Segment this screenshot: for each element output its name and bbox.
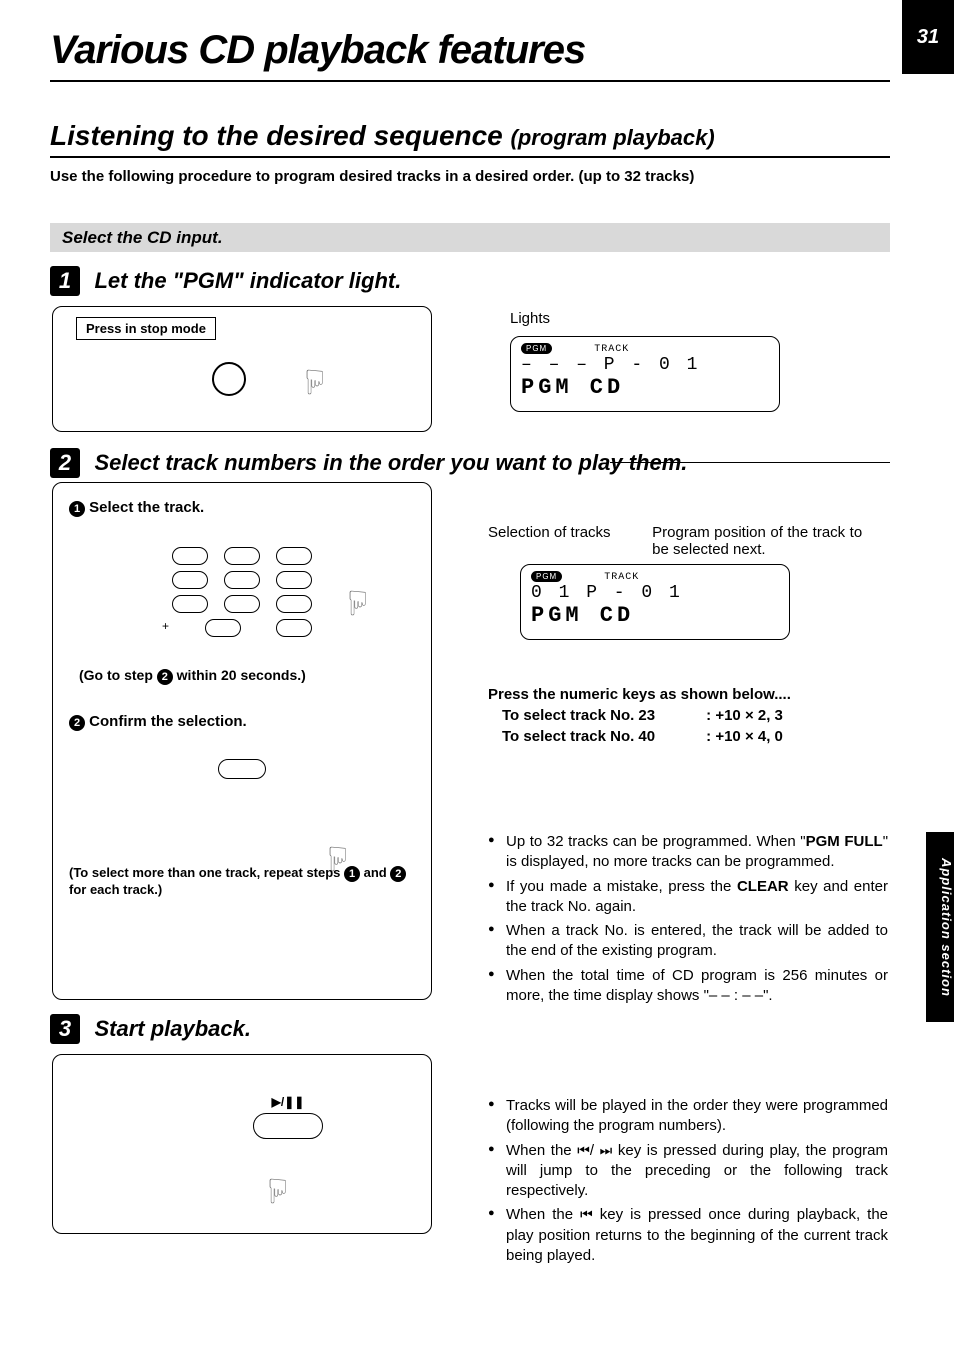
title-underline bbox=[50, 80, 890, 82]
hand-press-icon: ☞ bbox=[295, 367, 335, 397]
selection-label: Selection of tracks bbox=[488, 524, 648, 541]
numeric-row1-label: To select track No. 23 bbox=[502, 707, 702, 724]
bullet-item: When the ⏮ key is pressed once during pl… bbox=[488, 1205, 888, 1266]
step1-heading: 1 Let the "PGM" indicator light. bbox=[50, 266, 401, 296]
bullet-item: Tracks will be played in the order they … bbox=[488, 1096, 888, 1137]
page-title: Various CD playback features bbox=[50, 28, 585, 73]
confirm-button-icon bbox=[218, 759, 266, 779]
circled-2-icon: 2 bbox=[390, 866, 406, 882]
step2-line bbox=[610, 462, 890, 463]
step2-illustration-box: 1 Select the track. + ☞ (Go to step 2 wi… bbox=[52, 482, 432, 1000]
substep1-text: Select the track. bbox=[89, 499, 204, 516]
display1-line2: PGM CD bbox=[521, 375, 769, 400]
side-section-tab: Application section bbox=[926, 832, 954, 1022]
skip-forward-icon: ⏭ bbox=[600, 1142, 613, 1158]
lights-label: Lights bbox=[510, 310, 550, 327]
display1-line1: – – – P - 0 1 bbox=[521, 355, 769, 375]
select-cd-input-bar: Select the CD input. bbox=[50, 223, 890, 252]
bullet-item: Up to 32 tracks can be programmed. When … bbox=[488, 832, 888, 873]
bullet-item: When a track No. is entered, the track w… bbox=[488, 921, 888, 962]
pgm-badge-icon: PGM bbox=[521, 343, 552, 354]
substep2-label: 2 Confirm the selection. bbox=[69, 713, 415, 731]
substep2-text: Confirm the selection. bbox=[89, 713, 247, 730]
step-number-2: 2 bbox=[50, 448, 80, 478]
step2-title: Select track numbers in the order you wa… bbox=[94, 450, 687, 475]
pgm-button-icon bbox=[212, 362, 246, 396]
hand-press-icon: ☞ bbox=[338, 588, 378, 618]
goto-step-note: (Go to step 2 within 20 seconds.) bbox=[79, 667, 415, 685]
section-underline bbox=[50, 156, 890, 158]
hand-press-icon: ☞ bbox=[258, 1176, 298, 1206]
play-button-icon bbox=[253, 1113, 323, 1139]
step3-heading: 3 Start playback. bbox=[50, 1014, 251, 1044]
position-label: Program position of the track to be sele… bbox=[652, 524, 862, 558]
numeric-keypad-icon: + bbox=[172, 547, 312, 637]
step3-bullets: Tracks will be played in the order they … bbox=[488, 1096, 888, 1270]
bullet-item: When the ⏮/ ⏭ key is pressed during play… bbox=[488, 1141, 888, 1202]
section-title: Listening to the desired sequence (progr… bbox=[50, 120, 715, 152]
step-number-1: 1 bbox=[50, 266, 80, 296]
substep1-label: 1 Select the track. bbox=[69, 499, 415, 517]
numeric-row1-value: : +10 × 2, 3 bbox=[706, 707, 783, 724]
intro-text: Use the following procedure to program d… bbox=[50, 168, 694, 185]
track-label: TRACK bbox=[604, 572, 639, 583]
play-button-group: ▶/❚❚ bbox=[253, 1095, 323, 1139]
circled-1-icon: 1 bbox=[69, 501, 85, 517]
press-stop-mode-label: Press in stop mode bbox=[76, 317, 216, 340]
numeric-header: Press the numeric keys as shown below...… bbox=[488, 686, 888, 703]
display2-line1: 0 1 P - 0 1 bbox=[531, 583, 779, 603]
step2-bullets: Up to 32 tracks can be programmed. When … bbox=[488, 832, 888, 1010]
numeric-key-instructions: Press the numeric keys as shown below...… bbox=[488, 686, 888, 745]
skip-back-icon: ⏮ bbox=[580, 1206, 593, 1222]
step-number-3: 3 bbox=[50, 1014, 80, 1044]
circled-2-icon: 2 bbox=[69, 715, 85, 731]
step3-title: Start playback. bbox=[94, 1016, 251, 1041]
numeric-row2-value: : +10 × 4, 0 bbox=[706, 728, 783, 745]
page-number-tab: 31 bbox=[902, 0, 954, 74]
bullet-item: If you made a mistake, press the CLEAR k… bbox=[488, 877, 888, 918]
step2-right-labels: Selection of tracks Program position of … bbox=[488, 524, 888, 558]
section-title-paren: (program playback) bbox=[511, 125, 715, 150]
display-panel-2: PGM TRACK 0 1 P - 0 1 PGM CD bbox=[520, 564, 790, 640]
step2-heading: 2 Select track numbers in the order you … bbox=[50, 448, 890, 478]
step1-title: Let the "PGM" indicator light. bbox=[94, 268, 401, 293]
circled-2-icon: 2 bbox=[157, 669, 173, 685]
display-panel-1: PGM TRACK – – – P - 0 1 PGM CD bbox=[510, 336, 780, 412]
step3-illustration-box: ▶/❚❚ ☞ bbox=[52, 1054, 432, 1234]
play-pause-label: ▶/❚❚ bbox=[253, 1095, 323, 1109]
skip-back-icon: ⏮ bbox=[577, 1142, 590, 1158]
track-label: TRACK bbox=[594, 344, 629, 355]
numeric-row2-label: To select track No. 40 bbox=[502, 728, 702, 745]
pgm-badge-icon: PGM bbox=[531, 571, 562, 582]
repeat-note: (To select more than one track, repeat s… bbox=[69, 865, 415, 897]
display2-line2: PGM CD bbox=[531, 603, 779, 628]
hand-press-icon: ☞ bbox=[318, 844, 358, 874]
section-title-main: Listening to the desired sequence bbox=[50, 120, 503, 151]
bullet-item: When the total time of CD program is 256… bbox=[488, 966, 888, 1007]
